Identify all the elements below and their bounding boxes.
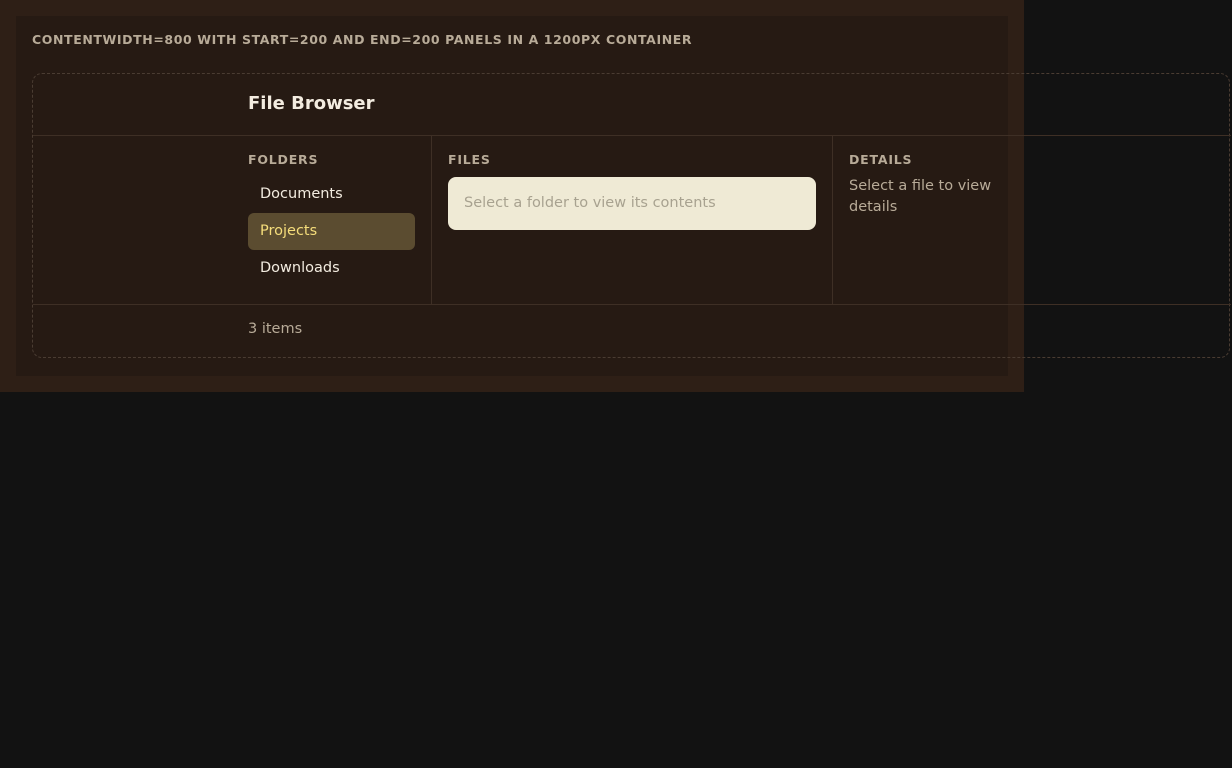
folder-item-projects[interactable]: Projects [248,213,415,250]
folder-item-label: Downloads [260,260,340,276]
folder-item-label: Documents [260,186,343,202]
details-panel-divider [832,136,833,304]
header-divider [33,135,1231,136]
folder-item-label: Projects [260,223,318,239]
files-heading: Files [448,152,491,167]
demo-caption: contentWidth=800 with start=200 and end=… [32,32,693,47]
folders-panel-divider [431,136,432,304]
files-empty-state: Select a folder to view its contents [448,177,816,230]
details-heading: Details [849,152,913,167]
page-title: File Browser [248,93,375,114]
folder-item-downloads[interactable]: Downloads [248,250,415,287]
footer-divider [33,304,1231,305]
folders-heading: Folders [248,152,319,167]
details-empty-state: Select a file to view details [849,178,992,215]
item-count-status: 3 items [248,321,303,337]
folder-item-documents[interactable]: Documents [248,176,415,213]
